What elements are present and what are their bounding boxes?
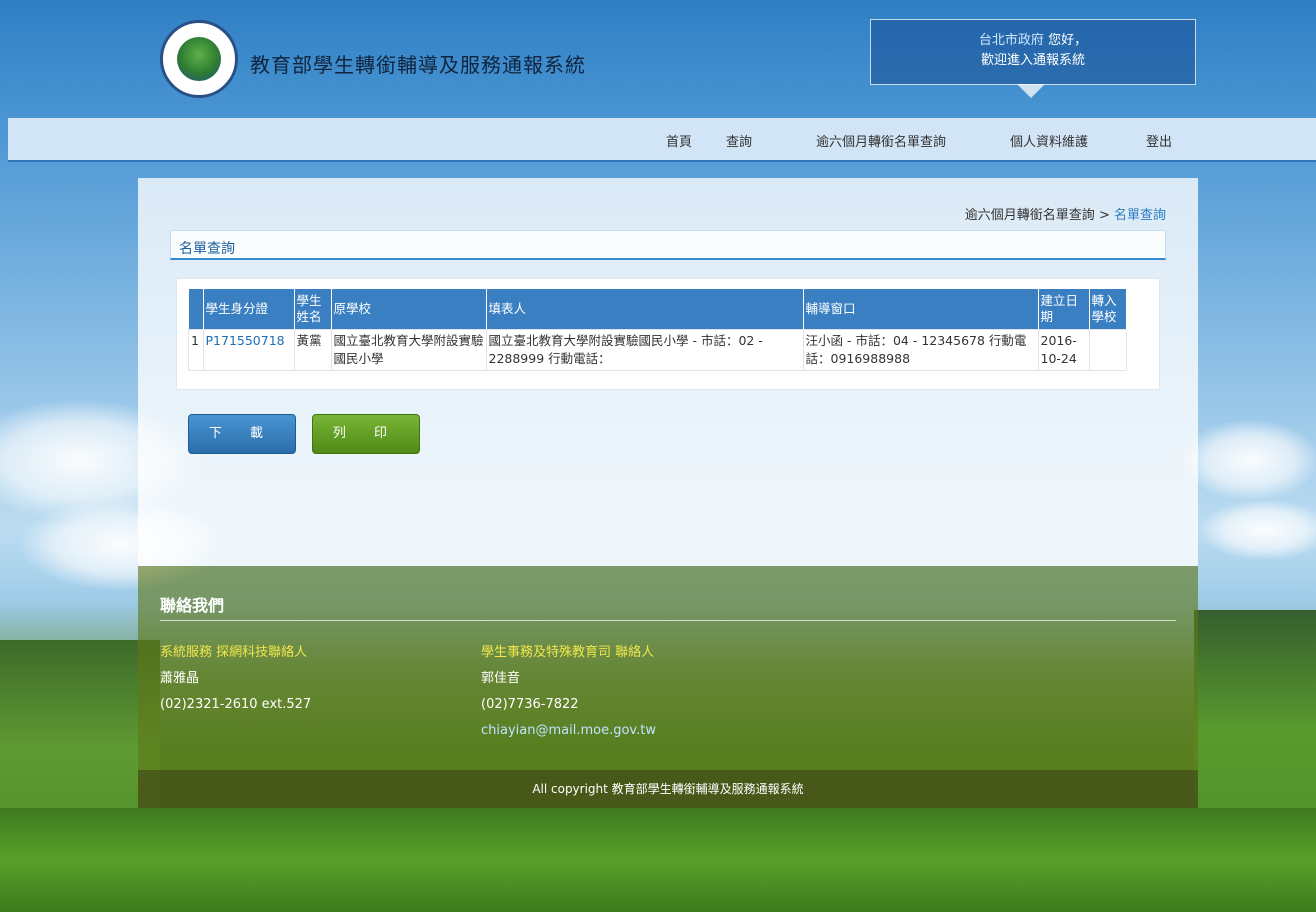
footer-col2-name: 郭佳音	[481, 671, 521, 686]
table-header-student-name: 學生姓名	[294, 289, 332, 330]
footer-title: 聯絡我們	[160, 596, 225, 615]
footer-col2-title: 學生事務及特殊教育司 聯絡人	[481, 645, 655, 660]
section-title: 名單查詢	[179, 241, 235, 257]
copyright-bar: All copyright 教育部學生轉銜輔導及服務通報系統	[138, 770, 1198, 808]
nav-item-overdue-list[interactable]: 逾六個月轉銜名單查詢	[816, 131, 946, 150]
breadcrumb-current: 名單查詢	[1113, 208, 1166, 223]
row-index: 1	[188, 329, 204, 371]
table-header-row: 學生身分證 學生姓名 原學校 填表人 輔導窗口 建立日期 轉入學校	[188, 289, 1127, 330]
table-header-transfer-school: 轉入學校	[1089, 289, 1127, 330]
footer-divider	[160, 620, 1176, 621]
site-header: 教育部學生轉銜輔導及服務通報系統 台北市政府 您好， 歡迎進入通報系統	[8, 8, 1316, 118]
results-table: 學生身分證 學生姓名 原學校 填表人 輔導窗口 建立日期 轉入學校 1 P171…	[188, 289, 1127, 371]
grass-background	[0, 808, 1316, 912]
footer-contact-ministry: 學生事務及特殊教育司 聯絡人 郭佳音 (02)7736-7822 chiayia…	[481, 640, 656, 744]
nav-item-home[interactable]: 首頁	[666, 131, 692, 150]
welcome-greeting: 您好，	[1048, 33, 1088, 48]
results-table-container: 學生身分證 學生姓名 原學校 填表人 輔導窗口 建立日期 轉入學校 1 P171…	[176, 278, 1160, 390]
logo-emblem-icon	[177, 37, 221, 81]
table-header-contact: 輔導窗口	[803, 289, 1039, 330]
main-panel: 逾六個月轉銜名單查詢 > 名單查詢 名單查詢 學生身分證 學生姓名 原學校 填表…	[138, 178, 1198, 566]
footer-col2-email[interactable]: chiayian@mail.moe.gov.tw	[481, 718, 656, 744]
footer-contact-system: 系統服務 探網科技聯絡人 蕭雅晶 (02)2321-2610 ext.527	[160, 640, 311, 718]
contact-footer: 聯絡我們 系統服務 探網科技聯絡人 蕭雅晶 (02)2321-2610 ext.…	[138, 566, 1198, 770]
cloud-decoration	[1200, 500, 1316, 560]
table-row: 1 P171550718 黃黨 國立臺北教育大學附設實驗國民小學 國立臺北教育大…	[188, 329, 1127, 371]
student-id-link[interactable]: P171550718	[206, 333, 285, 348]
row-created-date: 2016-10-24	[1037, 329, 1090, 371]
row-contact: 汪小函 - 市話：04 - 12345678 行動電話：0916988988	[802, 329, 1039, 371]
row-original-school: 國立臺北教育大學附設實驗國民小學	[330, 329, 487, 371]
main-nav: 首頁 查詢 逾六個月轉銜名單查詢 個人資料維護 登出	[8, 118, 1316, 162]
cloud-decoration	[1180, 420, 1316, 500]
welcome-box: 台北市政府 您好， 歡迎進入通報系統	[870, 19, 1196, 98]
welcome-org: 台北市政府	[978, 33, 1044, 48]
print-button[interactable]: 列 印	[312, 414, 420, 454]
welcome-line-1: 台北市政府 您好，	[871, 31, 1195, 51]
table-header-filler: 填表人	[486, 289, 804, 330]
footer-col1-phone: (02)2321-2610 ext.527	[160, 697, 312, 712]
footer-col1-name: 蕭雅晶	[160, 671, 200, 686]
row-student-id: P171550718	[202, 329, 295, 371]
nav-item-profile[interactable]: 個人資料維護	[1010, 131, 1088, 150]
table-header-created-date: 建立日期	[1038, 289, 1090, 330]
nav-item-search[interactable]: 查詢	[726, 131, 752, 150]
table-header-original-school: 原學校	[331, 289, 487, 330]
ministry-logo[interactable]	[160, 20, 238, 98]
site-title: 教育部學生轉銜輔導及服務通報系統	[250, 53, 586, 77]
footer-col2-phone: (02)7736-7822	[481, 697, 579, 712]
section-header: 名單查詢	[170, 230, 1166, 260]
nav-item-logout[interactable]: 登出	[1146, 131, 1172, 150]
row-student-name: 黃黨	[293, 329, 332, 371]
footer-col1-title: 系統服務 探網科技聯絡人	[160, 645, 308, 660]
breadcrumb: 逾六個月轉銜名單查詢 > 名單查詢	[965, 204, 1166, 223]
table-header-index	[188, 289, 204, 330]
welcome-line-2: 歡迎進入通報系統	[980, 53, 1085, 68]
breadcrumb-parent[interactable]: 逾六個月轉銜名單查詢	[965, 208, 1095, 223]
download-button[interactable]: 下 載	[188, 414, 296, 454]
breadcrumb-separator: >	[1094, 208, 1114, 223]
row-filler: 國立臺北教育大學附設實驗國民小學 - 市話：02 - 2288999 行動電話：	[485, 329, 804, 371]
row-transfer-school	[1088, 329, 1127, 371]
table-header-student-id: 學生身分證	[203, 289, 295, 330]
